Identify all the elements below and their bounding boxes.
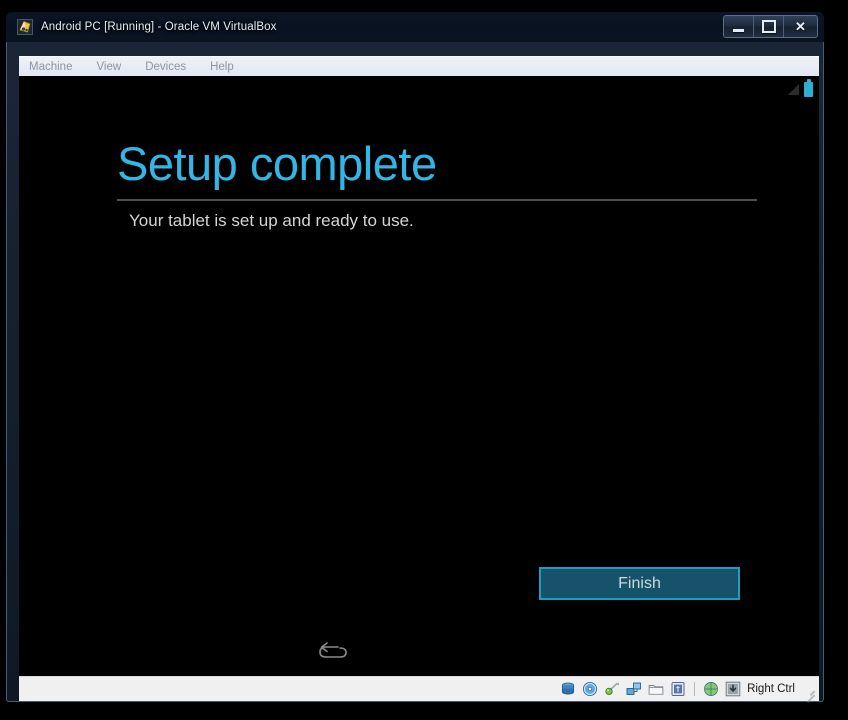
menu-item-help[interactable]: Help <box>198 57 246 77</box>
resize-grip[interactable] <box>803 683 815 695</box>
virtualbox-window: Android PC [Running] - Oracle VM Virtual… <box>6 12 824 702</box>
back-arrow-icon[interactable] <box>316 637 352 667</box>
maximize-button[interactable] <box>754 16 784 37</box>
menu-item-devices[interactable]: Devices <box>133 57 198 77</box>
virtualbox-vm-icon <box>17 19 33 35</box>
mouse-capture-icon[interactable] <box>725 681 741 697</box>
page-subtitle: Your tablet is set up and ready to use. <box>129 211 414 230</box>
menu-item-machine[interactable]: Machine <box>19 57 84 77</box>
minimize-icon <box>733 28 744 32</box>
window-title: Android PC [Running] - Oracle VM Virtual… <box>41 21 277 33</box>
remote-desktop-icon[interactable] <box>703 681 719 697</box>
minimize-button[interactable] <box>724 16 754 37</box>
menu-bar: Machine View Devices Help <box>19 56 819 76</box>
signal-triangle-icon <box>788 76 799 95</box>
android-status-bar <box>788 76 813 102</box>
finish-button[interactable]: Finish <box>539 567 740 600</box>
network-icon[interactable] <box>626 681 642 697</box>
host-key-label: Right Ctrl <box>747 683 795 695</box>
shared-folders-icon[interactable] <box>648 681 664 697</box>
title-divider <box>117 199 757 201</box>
status-separator <box>694 682 696 696</box>
optical-disk-icon[interactable] <box>582 681 598 697</box>
battery-icon <box>804 78 813 97</box>
vbox-status-bar: Right Ctrl <box>19 676 819 701</box>
page-title: Setup complete <box>117 137 437 190</box>
display-icon[interactable] <box>670 681 686 697</box>
close-button[interactable]: ✕ <box>784 16 817 37</box>
vm-display[interactable]: Setup complete Your tablet is set up and… <box>19 76 819 676</box>
usb-icon[interactable] <box>604 681 620 697</box>
hard-disk-icon[interactable] <box>560 681 576 697</box>
close-icon: ✕ <box>795 19 806 34</box>
window-controls: ✕ <box>723 15 818 38</box>
maximize-icon <box>761 20 776 33</box>
menu-item-view[interactable]: View <box>84 57 133 77</box>
title-bar[interactable]: Android PC [Running] - Oracle VM Virtual… <box>6 12 824 42</box>
